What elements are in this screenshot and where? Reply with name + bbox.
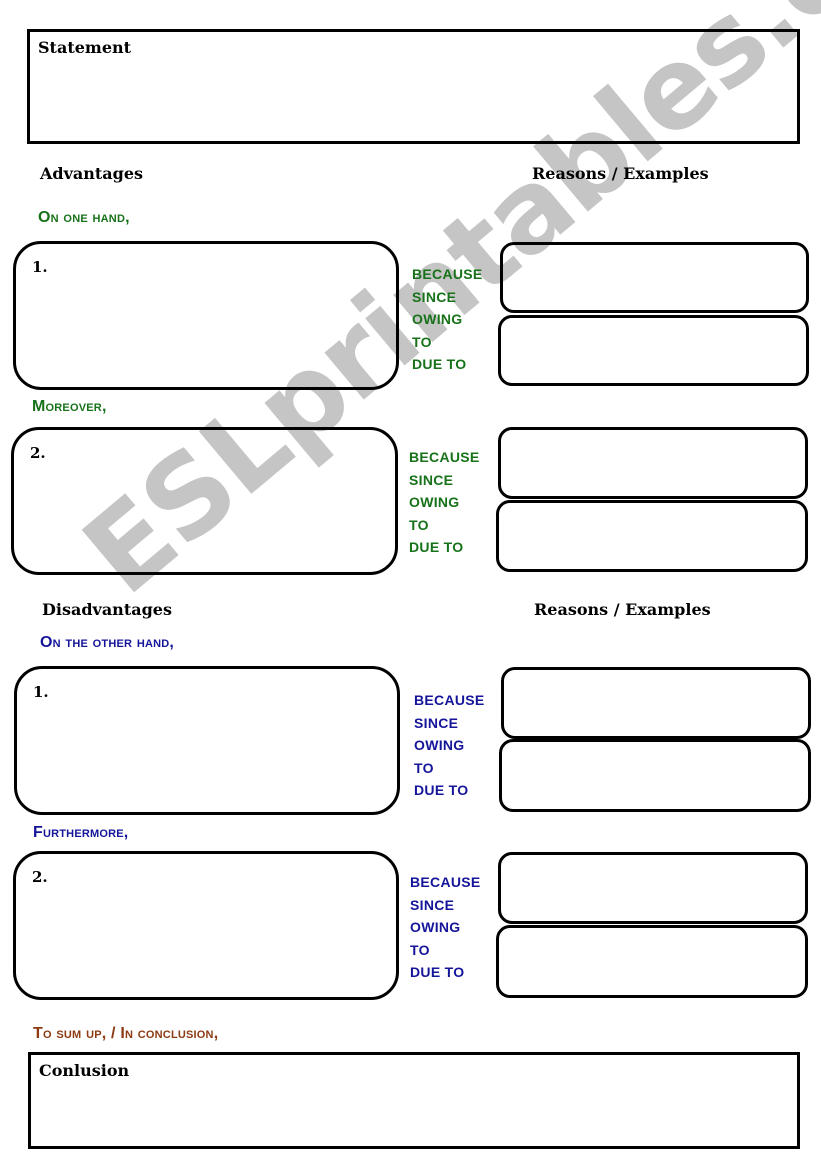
disadvantage-2-box[interactable]: 2. (13, 851, 399, 1000)
advantage-1-number: 1. (32, 258, 48, 276)
disadvantage-2-connectors: BECAUSE SINCE OWING TO DUE TO (410, 871, 481, 984)
disadvantage-1-reason-box-2[interactable] (499, 739, 811, 812)
advantage-2-reason-box-2[interactable] (496, 500, 808, 572)
advantages-heading: Advantages (40, 164, 144, 183)
disadvantage-2-reason-box-1[interactable] (498, 852, 808, 924)
conclusion-label: Conlusion (39, 1061, 130, 1080)
advantage-1-reason-box-2[interactable] (498, 315, 809, 386)
disadvantage-2-number: 2. (32, 868, 48, 886)
advantage-1-intro: On one hand, (38, 209, 130, 226)
disadvantage-2-reason-box-2[interactable] (496, 925, 808, 998)
connector: BECAUSE (409, 449, 480, 465)
advantage-2-connectors: BECAUSE SINCE OWING TO DUE TO (409, 446, 480, 559)
advantage-2-number: 2. (30, 444, 46, 462)
disadvantages-heading: Disadvantages (42, 600, 172, 619)
statement-box[interactable]: Statement (27, 29, 800, 144)
connector: TO (412, 333, 432, 350)
disadvantage-1-number: 1. (33, 683, 49, 701)
connector: DUE TO (412, 356, 467, 372)
connector: OWING (409, 494, 460, 510)
disadvantages-reasons-heading: Reasons / Examples (534, 600, 711, 619)
connector: SINCE (410, 896, 455, 913)
advantage-1-connectors: BECAUSE SINCE OWING TO DUE TO (412, 263, 483, 376)
connector: DUE TO (409, 539, 464, 555)
advantage-2-intro: Moreover, (32, 398, 107, 415)
disadvantage-1-intro: On the other hand, (40, 634, 175, 651)
conclusion-intro: To sum up, / In conclusion, (33, 1025, 219, 1042)
conclusion-box[interactable]: Conlusion (28, 1052, 800, 1149)
disadvantage-1-reason-box-1[interactable] (501, 667, 811, 739)
advantages-reasons-heading: Reasons / Examples (532, 164, 709, 183)
connector: SINCE (409, 471, 454, 488)
connector: OWING (410, 919, 461, 935)
connector: SINCE (412, 288, 457, 305)
advantage-2-box[interactable]: 2. (11, 427, 398, 575)
connector: OWING (414, 737, 465, 753)
connector: TO (410, 941, 430, 958)
connector: BECAUSE (412, 266, 483, 282)
connector: OWING (412, 311, 463, 327)
advantage-1-reason-box-1[interactable] (500, 242, 809, 313)
connector: DUE TO (414, 782, 469, 798)
disadvantage-2-intro: Furthermore, (33, 824, 129, 841)
connector: BECAUSE (414, 692, 485, 708)
connector: DUE TO (410, 964, 465, 980)
connector: BECAUSE (410, 874, 481, 890)
connector: TO (414, 759, 434, 776)
statement-label: Statement (38, 38, 132, 57)
connector: TO (409, 516, 429, 533)
disadvantage-1-box[interactable]: 1. (14, 666, 400, 815)
connector: SINCE (414, 714, 459, 731)
advantage-2-reason-box-1[interactable] (498, 427, 808, 499)
disadvantage-1-connectors: BECAUSE SINCE OWING TO DUE TO (414, 689, 485, 802)
advantage-1-box[interactable]: 1. (13, 241, 399, 390)
